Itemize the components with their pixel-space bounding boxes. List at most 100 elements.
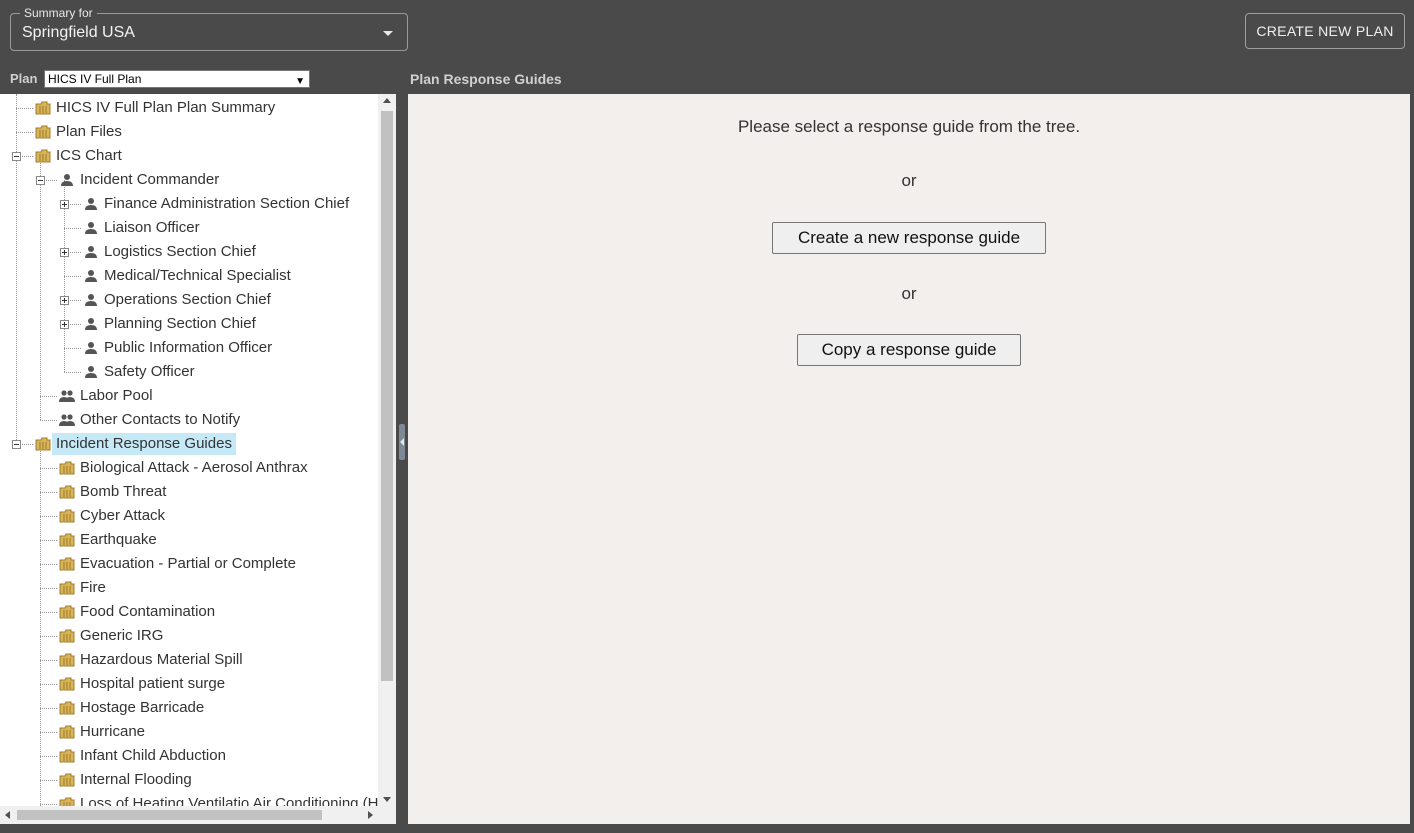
- tree-node[interactable]: Earthquake: [59, 528, 161, 552]
- summary-legend: Summary for: [20, 6, 97, 20]
- tree-node[interactable]: Hazardous Material Spill: [59, 648, 247, 672]
- tree-node-label: Hospital patient surge: [80, 675, 226, 692]
- tree-node-label: Logistics Section Chief: [104, 243, 256, 260]
- tree-connector: [16, 108, 33, 109]
- tree-node[interactable]: Internal Flooding: [59, 768, 196, 792]
- tree-node[interactable]: Operations Section Chief: [83, 288, 275, 312]
- tree-node-label: Generic IRG: [80, 627, 164, 644]
- scroll-down-icon[interactable]: [383, 797, 391, 802]
- folder-icon: [35, 101, 51, 115]
- tree-connector: [40, 780, 57, 781]
- tree-node[interactable]: Evacuation - Partial or Complete: [59, 552, 300, 576]
- tree-node-label: Incident Commander: [80, 171, 220, 188]
- tree-node[interactable]: Biological Attack - Aerosol Anthrax: [59, 456, 312, 480]
- create-response-guide-button[interactable]: Create a new response guide: [772, 222, 1046, 254]
- collapse-toggle-icon[interactable]: [36, 176, 45, 185]
- tree-connector: [64, 276, 81, 277]
- scroll-up-icon[interactable]: [383, 98, 391, 103]
- caret-down-icon: [383, 31, 393, 36]
- tree-node[interactable]: Hostage Barricade: [59, 696, 208, 720]
- collapse-toggle-icon[interactable]: [12, 440, 21, 449]
- tree-node-label: Bomb Threat: [80, 483, 167, 500]
- scrollbar-corner: [378, 806, 396, 824]
- create-new-plan-button[interactable]: CREATE NEW PLAN: [1245, 13, 1405, 49]
- tree-node-label: ICS Chart: [56, 147, 122, 164]
- collapse-handle-icon[interactable]: [399, 424, 405, 460]
- tree-connector: [40, 468, 57, 469]
- select-guide-prompt: Please select a response guide from the …: [737, 117, 1081, 136]
- panel-splitter[interactable]: [396, 94, 408, 824]
- tree-connector: [16, 132, 33, 133]
- tree-node-label: Internal Flooding: [80, 771, 192, 788]
- tree-node[interactable]: Safety Officer: [83, 360, 199, 384]
- folder-icon: [35, 437, 51, 451]
- tree-connector: [40, 588, 57, 589]
- tree-node[interactable]: Hospital patient surge: [59, 672, 229, 696]
- folder-icon: [59, 581, 75, 595]
- tree-connector: [40, 612, 57, 613]
- tree-node[interactable]: Fire: [59, 576, 110, 600]
- tree-node-label: Fire: [80, 579, 106, 596]
- copy-response-guide-button[interactable]: Copy a response guide: [797, 334, 1021, 366]
- summary-selector[interactable]: Summary for Springfield USA: [10, 6, 408, 51]
- folder-icon: [59, 461, 75, 475]
- tree-node[interactable]: Plan Files: [35, 120, 126, 144]
- tree-connector: [64, 372, 81, 373]
- tree-node[interactable]: Generic IRG: [59, 624, 167, 648]
- expand-toggle-icon[interactable]: [60, 320, 69, 329]
- tree-node[interactable]: Loss of Heating Ventilatio Air Condition…: [59, 792, 378, 806]
- response-guide-panel: Please select a response guide from the …: [408, 94, 1410, 824]
- tree-node-label: HICS IV Full Plan Plan Summary: [56, 99, 276, 116]
- scroll-left-icon[interactable]: [5, 811, 10, 819]
- tree-connector: [16, 94, 17, 444]
- tree-node[interactable]: Other Contacts to Notify: [59, 408, 244, 432]
- scroll-right-icon[interactable]: [368, 811, 373, 819]
- tree-node[interactable]: Hurricane: [59, 720, 149, 744]
- folder-icon: [59, 533, 75, 547]
- or-separator: or: [901, 171, 917, 190]
- plan-label: Plan: [10, 71, 38, 86]
- tree-node-label: Finance Administration Section Chief: [104, 195, 350, 212]
- tree-node[interactable]: HICS IV Full Plan Plan Summary: [35, 96, 279, 120]
- scroll-thumb[interactable]: [381, 111, 393, 681]
- tree-node[interactable]: Medical/Technical Specialist: [83, 264, 295, 288]
- scroll-thumb[interactable]: [17, 810, 322, 820]
- tree-vertical-scrollbar[interactable]: [378, 94, 396, 806]
- tree-node-label: Loss of Heating Ventilatio Air Condition…: [80, 795, 378, 806]
- tree-node[interactable]: Cyber Attack: [59, 504, 169, 528]
- folder-icon: [59, 557, 75, 571]
- tree-node[interactable]: Finance Administration Section Chief: [83, 192, 353, 216]
- person-icon: [83, 341, 99, 355]
- tree-node-label: Hurricane: [80, 723, 146, 740]
- expand-toggle-icon[interactable]: [60, 200, 69, 209]
- tree-node-label: Safety Officer: [104, 363, 195, 380]
- tree-node[interactable]: Infant Child Abduction: [59, 744, 230, 768]
- tree-node[interactable]: Labor Pool: [59, 384, 157, 408]
- tree-node-label: Planning Section Chief: [104, 315, 256, 332]
- tree-connector: [40, 492, 57, 493]
- tree-node-label: Incident Response Guides: [52, 433, 236, 455]
- collapse-toggle-icon[interactable]: [12, 152, 21, 161]
- plan-select[interactable]: HICS IV Full Plan ▼: [44, 70, 310, 88]
- tree-node[interactable]: Liaison Officer: [83, 216, 204, 240]
- expand-toggle-icon[interactable]: [60, 296, 69, 305]
- person-icon: [83, 197, 99, 211]
- person-icon: [83, 221, 99, 235]
- tree-node[interactable]: Incident Commander: [59, 168, 223, 192]
- tree-node-label: Medical/Technical Specialist: [104, 267, 291, 284]
- person-icon: [83, 293, 99, 307]
- tree-node[interactable]: Planning Section Chief: [83, 312, 260, 336]
- tree-node[interactable]: Bomb Threat: [59, 480, 170, 504]
- tree-node[interactable]: Incident Response Guides: [35, 432, 236, 456]
- tree-node[interactable]: Logistics Section Chief: [83, 240, 260, 264]
- tree-connector: [40, 684, 57, 685]
- tree-connector: [40, 732, 57, 733]
- tree-horizontal-scrollbar[interactable]: [0, 806, 378, 824]
- tree-connector: [40, 804, 57, 805]
- tree-node-label: Hazardous Material Spill: [80, 651, 243, 668]
- plan-select-value: HICS IV Full Plan: [48, 72, 142, 86]
- expand-toggle-icon[interactable]: [60, 248, 69, 257]
- tree-node[interactable]: ICS Chart: [35, 144, 126, 168]
- tree-node[interactable]: Public Information Officer: [83, 336, 276, 360]
- tree-node[interactable]: Food Contamination: [59, 600, 219, 624]
